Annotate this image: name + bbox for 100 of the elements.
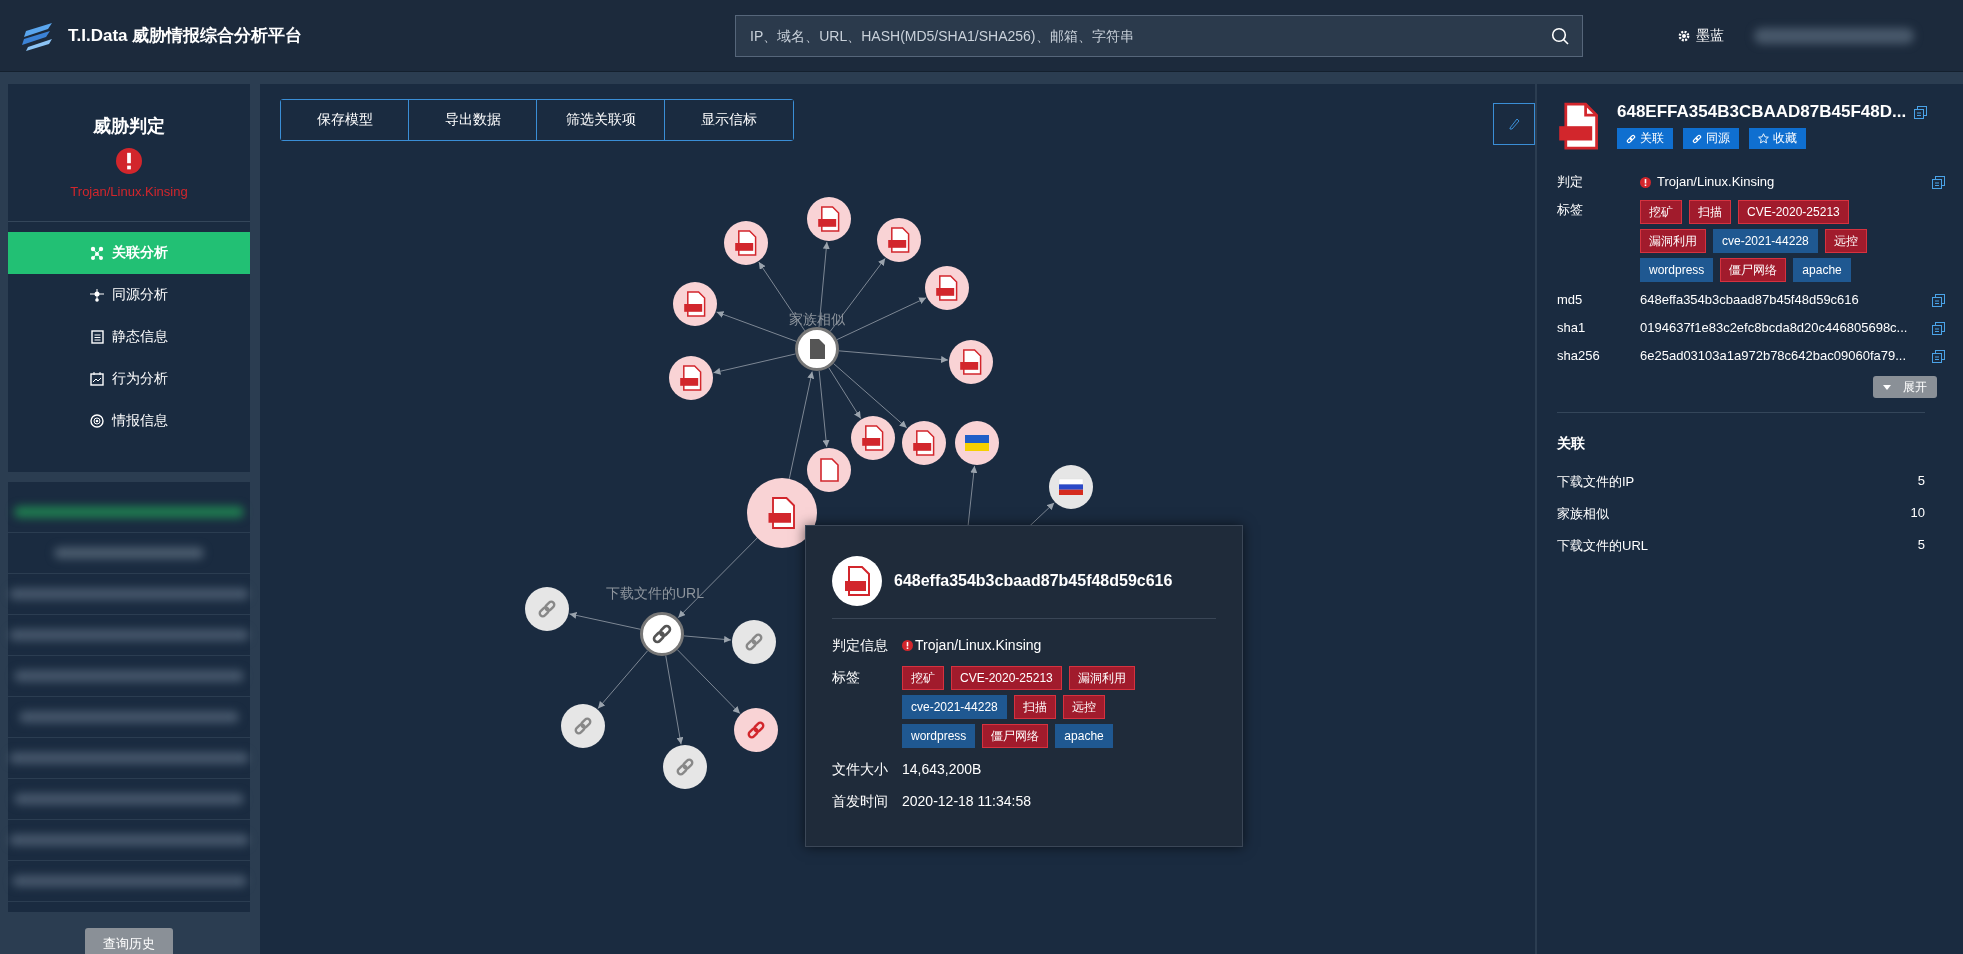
malicious-link-node[interactable] (734, 708, 778, 752)
field-label: sha256 (1557, 347, 1601, 366)
search-icon[interactable] (1551, 26, 1569, 45)
relation-label[interactable]: 下载文件的URL (1557, 537, 1648, 556)
family-group-node[interactable] (795, 327, 839, 371)
url-group-node[interactable] (640, 612, 684, 656)
file-node[interactable] (807, 448, 851, 492)
verdict-value: Trojan/Linux.Kinsing (902, 634, 1042, 656)
field-value: 14,643,200B (902, 760, 982, 779)
edit-button[interactable] (1493, 103, 1535, 145)
tag: wordpress (902, 724, 976, 748)
caret-icon (1883, 384, 1891, 390)
edge-arrow (597, 650, 649, 710)
copy-icon[interactable] (1932, 349, 1945, 363)
search-field[interactable]: IP、域名、URL、HASH(MD5/SHA1/SHA256)、邮箱、字符串 (735, 14, 1583, 57)
field-label: 判定 (1557, 173, 1584, 192)
group-label: 家族相似 (789, 311, 845, 327)
field-label: 文件大小 (832, 760, 889, 779)
relation-label[interactable]: 下载文件的IP (1557, 473, 1635, 492)
copy-icon[interactable] (1932, 175, 1945, 189)
flag-node[interactable] (955, 421, 999, 465)
verdict-value: Trojan/Linux.Kinsing (1657, 173, 1776, 192)
field-label: 首发时间 (832, 792, 889, 811)
tag: CVE-2020-25213 (951, 666, 1062, 690)
link-node[interactable] (561, 704, 605, 748)
sample-file-node[interactable] (747, 478, 817, 548)
file-hash: 648effa354b3cbaad87b45f48d59c616 (894, 572, 1173, 590)
relation-count: 5 (1917, 473, 1925, 491)
elf-file-node[interactable] (724, 221, 768, 265)
link-icon (1626, 133, 1636, 144)
document-icon (90, 330, 104, 344)
toolbar-button[interactable]: 保存模型 (281, 100, 409, 140)
hash-value: 0194637f1e83c2efc8bcda8d20c446805698c... (1640, 319, 1909, 338)
hash-value: 6e25ad03103a1a972b78c642bac09060fa79... (1640, 347, 1908, 366)
action-button[interactable]: 收藏 (1749, 128, 1806, 149)
theme-button[interactable]: 墨蓝 (1678, 26, 1724, 45)
section-title: 关联 (1557, 435, 1586, 454)
tag: 漏洞利用 (1068, 666, 1135, 690)
relation-count: 5 (1917, 537, 1925, 555)
tag: 挖矿 (1640, 200, 1682, 225)
panel-heading: 威胁判定 (93, 115, 165, 138)
action-button[interactable]: 同源 (1683, 128, 1739, 149)
copy-icon[interactable] (1932, 321, 1945, 335)
flag-node[interactable] (1049, 465, 1093, 509)
tag: 远控 (1824, 229, 1867, 254)
elf-file-node[interactable] (902, 421, 946, 465)
link-icon (1692, 133, 1702, 144)
field-label: md5 (1557, 291, 1584, 310)
tag: 挖矿 (902, 666, 944, 690)
nav-item[interactable]: 情报信息 (8, 400, 250, 442)
file-hash-title: 648EFFA354B3CBAAD87B45F48D... (1617, 102, 1907, 122)
elf-file-node[interactable] (807, 197, 851, 241)
alert-icon (1640, 176, 1651, 188)
link-node[interactable] (525, 587, 569, 631)
gear-icon (1678, 29, 1690, 42)
tag: apache (1793, 258, 1851, 283)
nav-item[interactable]: 行为分析 (8, 358, 250, 400)
link-node[interactable] (732, 620, 776, 664)
field-label: 标签 (1557, 201, 1584, 220)
edge-arrow (683, 635, 732, 643)
network-icon (90, 246, 104, 260)
tag: cve-2021-44228 (1713, 229, 1818, 254)
tag: 扫描 (1689, 200, 1731, 225)
field-label: 判定信息 (832, 636, 889, 655)
elf-file-node[interactable] (949, 340, 993, 384)
pencil-icon (1508, 118, 1520, 130)
edge-arrow (569, 611, 641, 630)
elf-file-node[interactable] (673, 282, 717, 326)
branch-icon (90, 288, 104, 302)
calendar-icon (90, 372, 104, 386)
tag: cve-2021-44228 (902, 695, 1007, 719)
elf-file-icon (832, 556, 882, 606)
group-label: 下载文件的URL (606, 585, 704, 601)
alert-icon (902, 639, 913, 651)
star-icon (1758, 133, 1769, 144)
copy-icon[interactable] (1914, 105, 1928, 119)
action-button[interactable]: 关联 (1617, 128, 1673, 149)
signal-icon (90, 414, 104, 428)
elf-file-node[interactable] (851, 416, 895, 460)
verdict-text: Trojan/Linux.Kinsing (70, 184, 188, 199)
relation-count: 10 (1910, 505, 1925, 523)
relation-label[interactable]: 家族相似 (1557, 505, 1609, 524)
nav-item[interactable]: 同源分析 (8, 274, 250, 316)
tag: apache (1055, 724, 1113, 748)
tag: wordpress (1640, 258, 1714, 283)
tag: 漏洞利用 (1640, 229, 1706, 254)
field-label: 标签 (832, 668, 861, 687)
link-node[interactable] (663, 745, 707, 789)
tag: 僵尸网络 (982, 724, 1049, 748)
alert-icon (116, 148, 142, 174)
nav-item[interactable]: 静态信息 (8, 316, 250, 358)
tag: 僵尸网络 (1720, 258, 1787, 283)
elf-file-node[interactable] (669, 356, 713, 400)
elf-file-icon (1557, 102, 1601, 151)
field-label: sha1 (1557, 319, 1587, 338)
copy-icon[interactable] (1932, 293, 1945, 307)
elf-file-node[interactable] (925, 266, 969, 310)
tag: 远控 (1062, 695, 1105, 719)
elf-file-node[interactable] (877, 218, 921, 262)
tag: CVE-2020-25213 (1738, 200, 1849, 225)
